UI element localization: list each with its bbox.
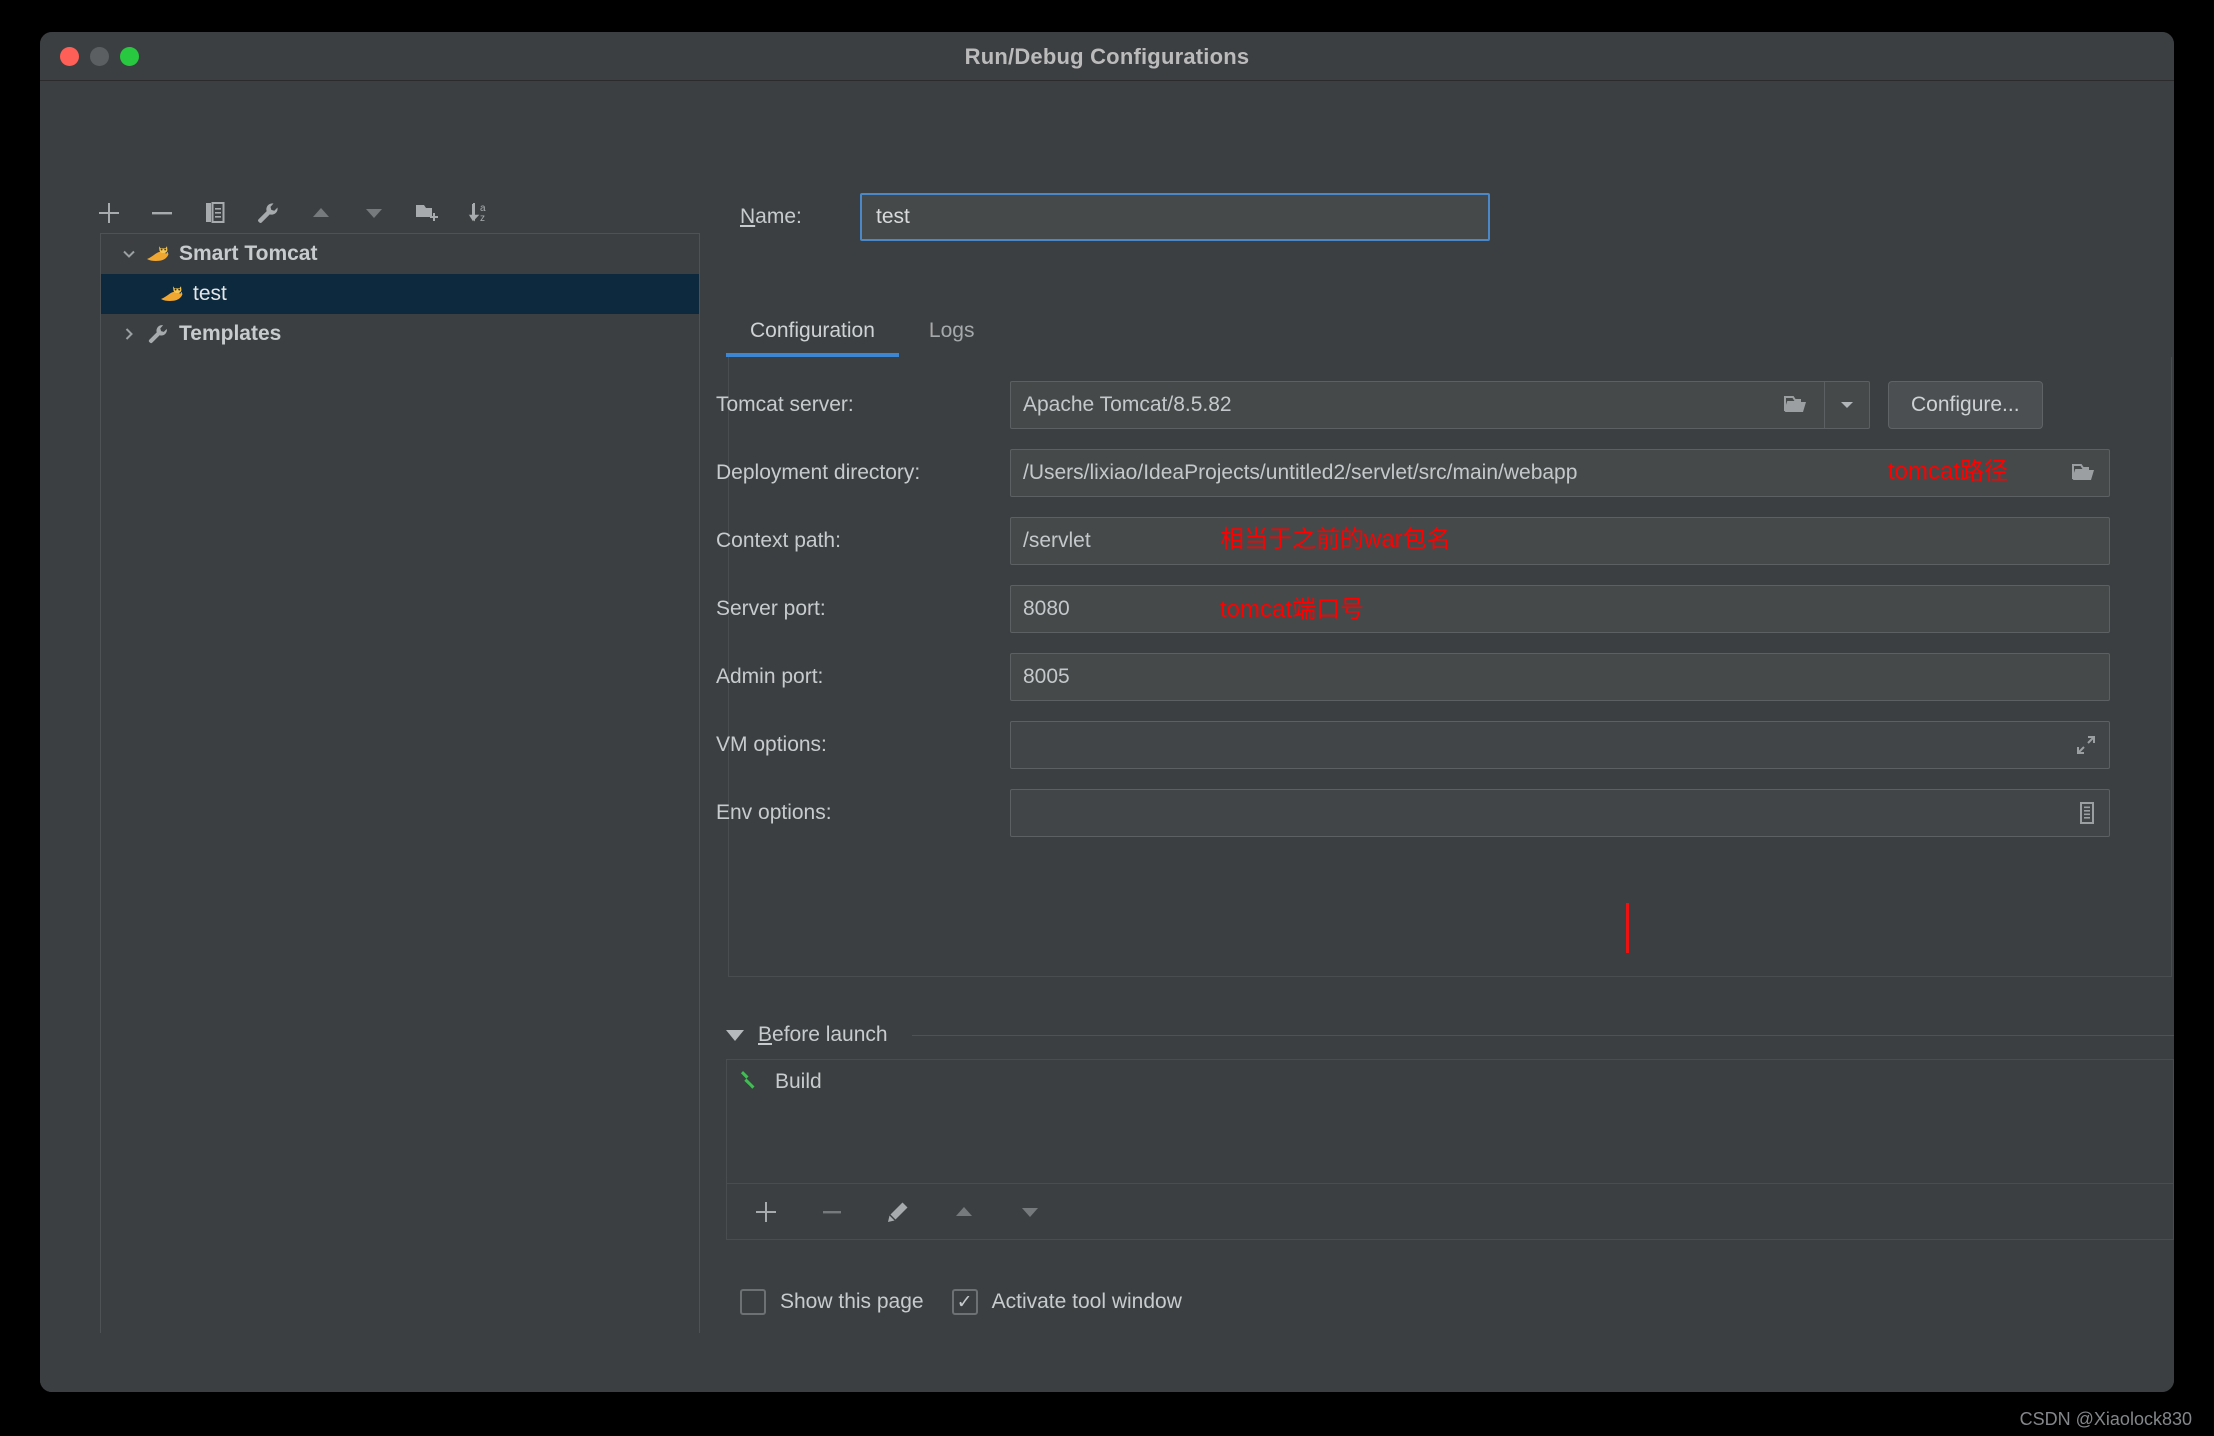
dialog-body: a z Smart Tomcat test Templates Name: te… [40,81,2174,1392]
tree-item-label: test [193,282,227,305]
configurations-tree[interactable]: Smart Tomcat test Templates [100,233,700,1333]
annotation-stroke [1626,903,1629,953]
triangle-down-icon[interactable] [726,1029,744,1041]
server-port-label: Server port: [716,597,826,620]
admin-port-row: Admin port: 8005 [700,653,2110,701]
tree-item-label: Templates [179,322,282,345]
browse-folder-icon[interactable] [1783,393,1809,417]
before-launch-list[interactable]: Build [726,1059,2174,1184]
before-launch-title: Before launch [758,1023,888,1046]
name-row: Name: [740,193,1490,241]
wrench-icon [143,321,173,347]
bottom-checkbox-row: Show this page Activate tool window [740,1289,1194,1315]
screenshot-root: Run/Debug Configurations a z Smart Tomca… [0,0,2214,1436]
configurations-toolbar: a z [94,191,494,235]
tree-item-templates[interactable]: Templates [101,314,699,354]
admin-port-label: Admin port: [716,665,824,688]
window-title: Run/Debug Configurations [964,44,1250,69]
admin-port-value: 8005 [1023,665,1070,688]
context-path-label: Context path: [716,529,841,552]
tomcat-server-combo[interactable]: Apache Tomcat/8.5.82 [1010,381,1870,429]
tomcat-icon [157,281,187,307]
move-up-button[interactable] [306,198,335,228]
show-this-page-box[interactable] [740,1289,766,1315]
tab-logs[interactable]: Logs [905,311,999,357]
move-down-button[interactable] [359,198,388,228]
name-label: Name: [740,205,860,229]
show-this-page-label: Show this page [780,1290,924,1313]
show-this-page-checkbox[interactable]: Show this page [740,1289,924,1315]
admin-port-field[interactable]: 8005 [1010,653,2110,701]
configuration-editor-panel: Name: Allow parallel run Store as projec… [700,81,2174,1392]
run-debug-configurations-dialog: Run/Debug Configurations a z Smart Tomca… [40,32,2174,1392]
before-launch-toolbar [726,1184,2174,1240]
remove-task-button[interactable] [817,1197,847,1227]
name-label-rest: ame: [755,205,802,228]
name-label-mnemonic: N [740,205,756,228]
tree-item-label: Smart Tomcat [179,242,318,265]
tomcat-server-value: Apache Tomcat/8.5.82 [1023,393,1232,416]
remove-configuration-button[interactable] [147,198,176,228]
tree-item-test[interactable]: test [101,274,699,314]
separator [911,1034,2174,1036]
annotation-tomcat-path: tomcat路径 [1888,458,2009,485]
env-variables-icon[interactable] [2077,801,2097,825]
context-path-value: /servlet [1023,529,1091,552]
add-configuration-button[interactable] [94,198,123,228]
before-launch-header[interactable]: Before launch [726,1023,2174,1047]
editor-tabs[interactable]: Configuration Logs [726,303,2174,357]
tomcat-server-label: Tomcat server: [716,393,854,416]
vm-options-row: VM options: [700,721,2110,769]
add-task-button[interactable] [751,1197,781,1227]
context-path-field[interactable]: /servlet [1010,517,2110,565]
list-item-label: Build [775,1070,822,1093]
title-bar: Run/Debug Configurations [40,32,2174,81]
name-input[interactable] [860,193,1490,241]
vm-options-label: VM options: [716,733,827,756]
deployment-directory-value: /Users/lixiao/IdeaProjects/untitled2/ser… [1023,461,1578,484]
chevron-right-icon[interactable] [115,320,143,348]
env-options-field[interactable] [1010,789,2110,837]
deployment-directory-label: Deployment directory: [716,461,921,484]
expand-editor-icon[interactable] [2075,734,2097,756]
server-port-value: 8080 [1023,597,1070,620]
new-folder-icon[interactable] [412,198,441,228]
env-options-row: Env options: [700,789,2110,837]
copy-configuration-button[interactable] [200,198,229,228]
task-move-down-button[interactable] [1015,1197,1045,1227]
chevron-down-icon[interactable] [1824,382,1869,428]
activate-tool-window-label: Activate tool window [991,1290,1182,1313]
tomcat-icon [143,241,173,267]
annotation-war-name: 相当于之前的war包名 [1220,526,1451,553]
browse-folder-icon[interactable] [2071,461,2097,485]
server-port-field[interactable]: 8080 [1010,585,2110,633]
configurations-panel: a z Smart Tomcat test Templates [40,81,700,1392]
configure-button[interactable]: Configure... [1888,381,2043,429]
tree-item-smart-tomcat[interactable]: Smart Tomcat [101,234,699,274]
list-item[interactable]: Build [727,1060,2173,1104]
pencil-icon[interactable] [883,1197,913,1227]
server-port-row: Server port: 8080 [700,585,2110,633]
activate-tool-window-box[interactable] [951,1289,978,1315]
vm-options-field[interactable] [1010,721,2110,769]
sort-az-icon[interactable]: a z [465,198,494,228]
hammer-icon [739,1067,763,1097]
wrench-icon[interactable] [253,198,282,228]
tomcat-server-row: Tomcat server: Apache Tomcat/8.5.82 Conf… [700,381,2043,429]
watermark: CSDN @Xiaolock830 [2019,1409,2192,1429]
annotation-tomcat-port: tomcat端口号 [1220,596,1365,623]
task-move-up-button[interactable] [949,1197,979,1227]
chevron-down-icon[interactable] [115,240,143,268]
svg-text:z: z [480,213,485,224]
env-options-label: Env options: [716,801,832,824]
tab-configuration[interactable]: Configuration [726,311,899,357]
activate-tool-window-checkbox[interactable]: Activate tool window [951,1289,1182,1315]
